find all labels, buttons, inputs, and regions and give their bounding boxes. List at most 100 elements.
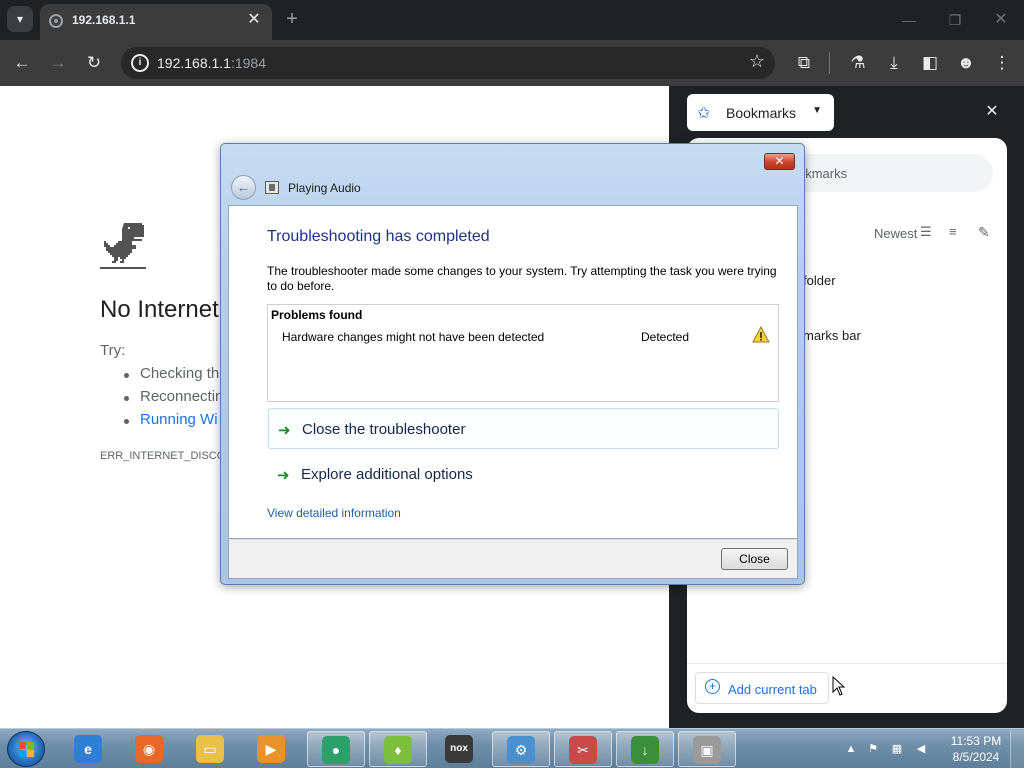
windows-logo-pane <box>27 742 34 749</box>
explorer-icon: ▭ <box>196 735 224 763</box>
firefox-icon: ◉ <box>135 735 163 763</box>
back-button[interactable]: ← <box>9 50 35 76</box>
bookmark-star-icon[interactable]: ☆ <box>749 51 765 72</box>
network-error-icon[interactable]: ▦ <box>890 742 904 756</box>
clock-time[interactable]: 11:53 PM <box>950 734 1002 748</box>
globe-icon <box>49 14 63 28</box>
command-label: Close the troubleshooter <box>302 421 466 438</box>
start-button[interactable] <box>7 731 45 767</box>
labs-flask-icon[interactable]: ⚗ <box>845 50 871 76</box>
problem-name[interactable]: Hardware changes might not have been det… <box>282 330 544 344</box>
taskbar-app-nox[interactable]: nox <box>431 731 489 767</box>
system-tray: ▲ ⚑ ▦ ◀ 11:53 PM 8/5/2024 <box>840 729 1024 768</box>
show-hidden-icons-icon[interactable]: ▲ <box>844 742 858 756</box>
dino-icon <box>100 223 146 269</box>
bookmarks-star-icon: ✩ <box>697 105 711 122</box>
tab-strip: ▾ 192.168.1.1 ✕ + — ❐ ✕ <box>0 0 1024 40</box>
side-panel-close-icon[interactable]: ✕ <box>982 102 1002 122</box>
dialog-content: Troubleshooting has completed The troubl… <box>228 205 798 539</box>
dialog-close-button[interactable]: ✕ <box>764 153 795 170</box>
address-bar[interactable]: i 192.168.1.1:1984 ☆ <box>121 47 775 79</box>
menu-kebab-icon[interactable]: ⋮ <box>989 50 1015 76</box>
side-panel-icon[interactable]: ◧ <box>917 50 943 76</box>
dialog-title: Playing Audio <box>288 181 361 195</box>
try-label: Try: <box>100 342 126 359</box>
explore-options-link[interactable]: ➜ Explore additional options <box>268 454 779 495</box>
windows-logo-pane <box>19 742 26 749</box>
side-panel-selector[interactable]: ✩ Bookmarks ▼ <box>687 94 834 131</box>
nox-icon: nox <box>445 735 473 763</box>
internet-explorer-icon: e <box>74 735 102 763</box>
snipping-tool-icon: ✂ <box>569 736 597 764</box>
show-desktop-button[interactable] <box>1010 730 1024 768</box>
view-details-link[interactable]: View detailed information <box>267 506 401 520</box>
command-label: Explore additional options <box>301 466 473 483</box>
dialog-description: The troubleshooter made some changes to … <box>267 264 777 293</box>
taskbar-app-explorer[interactable]: ▭ <box>182 731 240 767</box>
taskbar-app-media-player[interactable]: ▶ <box>243 731 301 767</box>
taskbar: e ◉ ▭ ▶ ● ♦ nox ⚙ ✂ ↓ ▣ ▲ ⚑ ▦ ◀ 11:53 PM 8/5/2024 <box>0 728 1024 768</box>
taskbar-app-troubleshooter[interactable]: ▣ <box>678 731 736 767</box>
sort-filter-icon[interactable]: ☰ <box>920 224 932 240</box>
sort-dropdown[interactable]: Newest <box>874 226 917 241</box>
bookmark-folder-item[interactable]: folder <box>803 273 836 288</box>
close-button[interactable]: Close <box>721 548 788 570</box>
taskbar-app-chrome[interactable]: ● <box>307 731 365 767</box>
clock-date[interactable]: 8/5/2024 <box>950 750 1002 764</box>
divider <box>687 663 1007 664</box>
suggestion-reconnecting: Reconnectin <box>124 388 228 411</box>
site-info-icon[interactable]: i <box>131 54 149 72</box>
warning-icon <box>752 326 770 343</box>
taskbar-app-android[interactable]: ♦ <box>369 731 427 767</box>
search-placeholder: okmarks <box>798 166 848 181</box>
new-tab-button[interactable]: + <box>281 8 303 30</box>
taskbar-app-firefox[interactable]: ◉ <box>121 731 179 767</box>
suggestion-diagnostics-link[interactable]: Running Wi <box>124 411 228 434</box>
problems-list: Problems found Hardware changes might no… <box>267 304 779 402</box>
troubleshooter-dialog: ✕ ← Playing Audio Troubleshooting has co… <box>220 143 805 585</box>
side-panel-title: Bookmarks <box>726 105 797 121</box>
caret-down-icon: ▼ <box>812 105 822 116</box>
windows-logo-pane <box>19 750 26 757</box>
add-current-tab-button[interactable]: + Add current tab <box>695 672 829 704</box>
windows-logo-pane <box>27 750 34 757</box>
tab-close-icon[interactable]: ✕ <box>244 10 264 30</box>
add-current-tab-label: Add current tab <box>728 682 817 697</box>
suggestion-checking: Checking the <box>124 365 228 388</box>
error-code: ERR_INTERNET_DISCO <box>100 450 226 462</box>
taskbar-app-network-tool[interactable]: ⚙ <box>492 731 550 767</box>
dialog-footer: Close <box>228 539 798 579</box>
problems-header: Problems found <box>271 308 363 322</box>
taskbar-app-snipping-tool[interactable]: ✂ <box>554 731 612 767</box>
error-heading: No Internet <box>100 296 219 323</box>
window-close-button[interactable]: ✕ <box>988 9 1014 31</box>
taskbar-app-download-manager[interactable]: ↓ <box>616 731 674 767</box>
minimize-button[interactable]: — <box>896 9 922 31</box>
download-manager-icon: ↓ <box>631 736 659 764</box>
back-arrow-icon[interactable]: ← <box>231 175 256 200</box>
green-arrow-icon: ➜ <box>277 467 290 484</box>
list-view-icon[interactable]: ≡ <box>949 224 957 239</box>
close-troubleshooter-link[interactable]: ➜ Close the troubleshooter <box>268 408 779 449</box>
taskbar-app-internet-explorer[interactable]: e <box>60 731 118 767</box>
mouse-cursor-icon <box>832 676 846 696</box>
extensions-icon[interactable]: ⧉ <box>791 50 817 76</box>
tab-search-button[interactable]: ▾ <box>7 6 33 32</box>
forward-button[interactable]: → <box>45 50 71 76</box>
reload-button[interactable]: ↻ <box>81 50 107 76</box>
profile-avatar-icon[interactable]: ☻ <box>953 50 979 76</box>
restore-button[interactable]: ❐ <box>942 9 968 31</box>
action-center-flag-icon[interactable]: ⚑ <box>866 742 880 756</box>
tab-title: 192.168.1.1 <box>72 13 136 27</box>
android-icon: ♦ <box>384 736 412 764</box>
audio-troubleshooter-icon <box>265 181 279 194</box>
problem-status: Detected <box>641 330 690 344</box>
download-icon[interactable]: ⤓ <box>881 50 907 76</box>
url-text: 192.168.1.1:1984 <box>157 55 267 71</box>
bookmark-folder-item[interactable]: marks bar <box>803 328 861 343</box>
edit-pencil-icon[interactable]: ✎ <box>978 224 990 241</box>
volume-muted-icon[interactable]: ◀ <box>914 742 928 756</box>
tab-active[interactable]: 192.168.1.1 ✕ <box>40 4 272 40</box>
toolbar-divider <box>829 52 830 74</box>
chrome-icon: ● <box>322 736 350 764</box>
